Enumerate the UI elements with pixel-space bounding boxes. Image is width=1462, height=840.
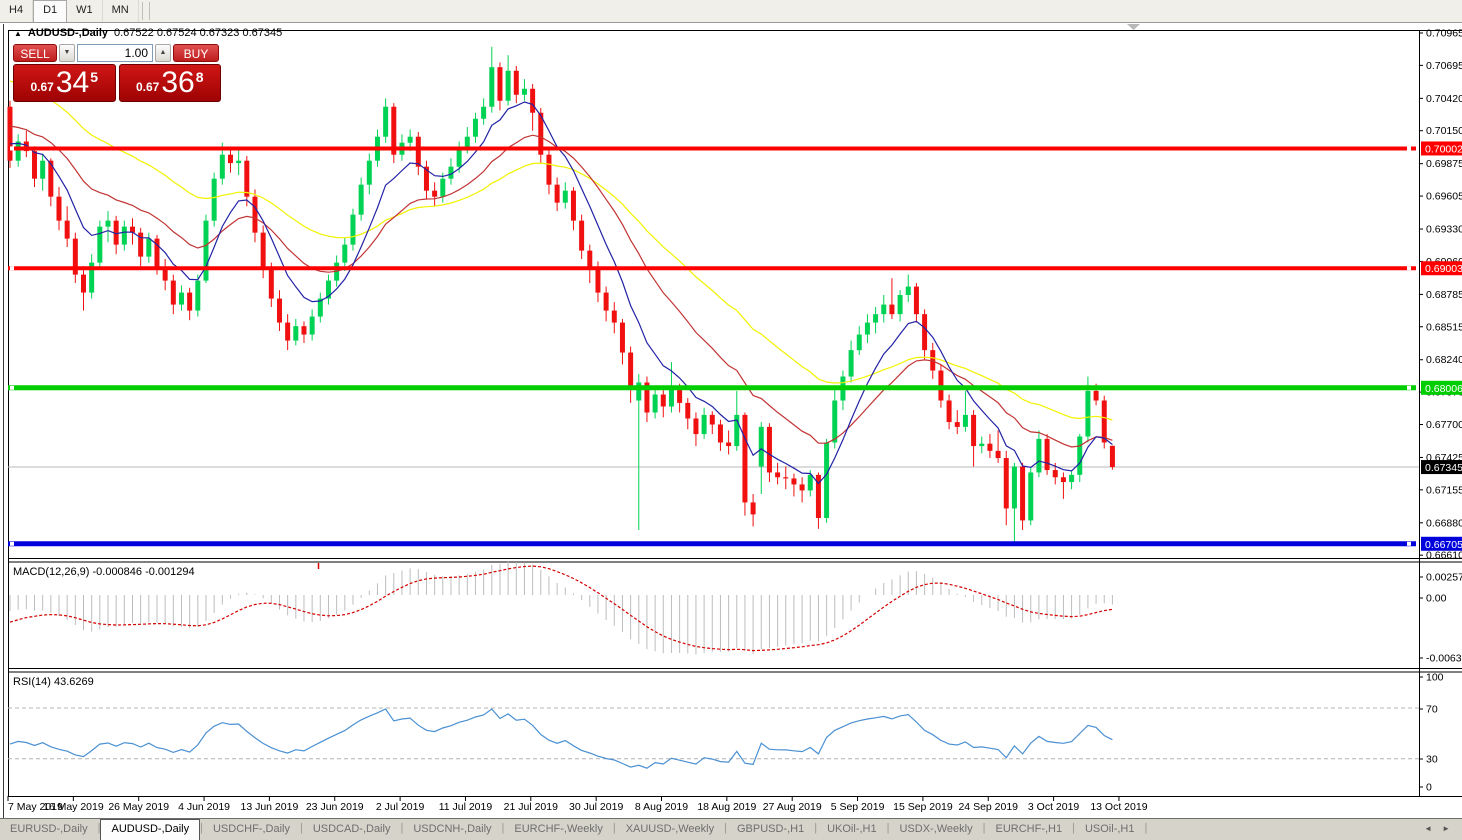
symbol-tabs-bar: EURUSD-,Daily | AUDUSD-,Daily | USDCHF-,Dail… [0,818,1462,840]
price-badge: 0.66705 [1425,539,1462,551]
price-axis-label: 0.69605 [1426,191,1462,203]
price-badge: 0.69003 [1425,263,1462,275]
tab-ukoil-h1[interactable]: UKOil-,H1 [817,819,887,840]
tab-usdchf-daily[interactable]: USDCHF-,Daily [203,819,300,840]
buy-price-display[interactable]: 0.67 36 8 [118,64,221,102]
timeframe-toolbar: H4 D1 W1 MN [0,0,1462,23]
date-label: 2 Jul 2019 [376,801,425,813]
tab-usdcad-daily[interactable]: USDCAD-,Daily [303,819,401,840]
macd-values: -0.000846 -0.001294 [92,566,195,578]
tab-separator: | [1144,822,1148,834]
tabs-scroll-controls: ◄ ► [1424,819,1462,840]
price-axis-label: 0.70420 [1426,93,1462,105]
price-axis-label: 0.67155 [1426,484,1462,496]
rsi-axis-label: 30 [1426,754,1438,766]
toolbar-separator [141,2,143,20]
one-click-trading-panel: SELL ▼ ▲ BUY 0.67 34 5 0.67 36 8 [13,44,221,102]
timeframe-button-w1[interactable]: W1 [67,0,103,22]
date-label: 23 Jun 2019 [306,801,364,813]
date-label: 5 Sep 2019 [831,801,885,813]
date-label: 15 Sep 2019 [893,801,953,813]
price-axis-label: 0.70150 [1426,125,1462,137]
tab-xauusd-weekly[interactable]: XAUUSD-,Weekly [616,819,724,840]
toolbar-separator [148,2,150,20]
macd-axis-label: 0.00 [1426,593,1447,605]
price-axis-label: 0.70965 [1426,27,1462,39]
date-label: 16 May 2019 [43,801,104,813]
sell-price-big: 34 [55,66,90,99]
buy-price-pip: 8 [195,69,204,85]
rsi-axis-label: 0 [1426,782,1432,794]
tab-usoil-h1[interactable]: USOil-,H1 [1075,819,1145,840]
date-label: 21 Jul 2019 [504,801,558,813]
price-axis-label: 0.66880 [1426,517,1462,529]
price-axis-label: 0.66610 [1426,550,1462,562]
tabs-scroll-right-button[interactable]: ► [1442,824,1450,840]
volume-decrease-button[interactable]: ▼ [59,44,75,62]
price-axis-label: 0.70695 [1426,60,1462,72]
date-label: 4 Jun 2019 [178,801,230,813]
buy-price-prefix: 0.67 [135,80,160,94]
chart-canvas[interactable]: 0.70965 0.70695 0.70420 0.70150 0.69875 0.696… [0,0,1462,840]
tab-eurchf-weekly[interactable]: EURCHF-,Weekly [504,819,612,840]
tab-gbpusd-h1[interactable]: GBPUSD-,H1 [727,819,814,840]
price-axis-label: 0.67700 [1426,419,1462,431]
date-label: 26 May 2019 [108,801,169,813]
date-label: 24 Sep 2019 [958,801,1018,813]
sell-button[interactable]: SELL [13,44,57,62]
price-badge: 0.70002 [1425,143,1462,155]
rsi-value: 43.6269 [53,676,94,688]
sell-price-pip: 5 [90,69,99,85]
chart-title: ▲ AUDUSD-,Daily 0.67522 0.67524 0.67323 … [14,27,282,39]
tab-eurusd-daily[interactable]: EURUSD-,Daily [0,819,98,840]
rsi-indicator-label: RSI(14) 43.6269 [13,676,94,688]
price-axis-label: 0.68785 [1426,289,1462,301]
buy-button[interactable]: BUY [173,44,219,62]
price-badge: 0.67345 [1425,462,1462,474]
date-label: 3 Oct 2019 [1028,801,1080,813]
timeframe-button-h4[interactable]: H4 [0,0,34,22]
tab-eurchf-h1[interactable]: EURCHF-,H1 [985,819,1072,840]
macd-indicator-label: MACD(12,26,9) -0.000846 -0.001294 [13,566,195,578]
macd-axis-label: 0.002574 [1426,572,1462,584]
price-axis-label: 0.68240 [1426,354,1462,366]
buy-price-big: 36 [161,66,195,99]
price-axis-label: 0.69875 [1426,158,1462,170]
date-label: 13 Oct 2019 [1090,801,1147,813]
timeframe-button-mn[interactable]: MN [103,0,139,22]
date-label: 11 Jul 2019 [439,801,493,813]
macd-axis-label: -0.006326 [1426,653,1462,665]
tab-usdx-weekly[interactable]: USDX-,Weekly [889,819,982,840]
ohlc-values: 0.67522 0.67524 0.67323 0.67345 [114,27,283,39]
chart-collapse-icon[interactable]: ▲ [14,29,22,38]
price-axis-label: 0.68515 [1426,321,1462,333]
date-label: 27 Aug 2019 [763,801,822,813]
date-label: 30 Jul 2019 [569,801,623,813]
rsi-axis-label: 100 [1426,672,1444,684]
volume-increase-button[interactable]: ▲ [155,44,171,62]
trading-terminal-screen: H4 D1 W1 MN 0.70965 0.70695 0.70420 0.70150 0.6… [0,0,1462,840]
volume-input[interactable] [77,44,153,62]
price-axis-label: 0.69330 [1426,224,1462,236]
symbol-title: AUDUSD-,Daily [27,27,108,39]
rsi-axis-label: 70 [1426,704,1438,716]
tab-usdcnh-daily[interactable]: USDCNH-,Daily [403,819,501,840]
date-label: 8 Aug 2019 [635,801,688,813]
timeframe-button-d1[interactable]: D1 [33,0,68,22]
tabs-scroll-left-button[interactable]: ◄ [1424,824,1432,840]
sell-price-prefix: 0.67 [30,80,54,94]
tab-audusd-daily[interactable]: AUDUSD-,Daily [100,819,201,840]
price-badge: 0.68006 [1425,383,1462,395]
date-label: 18 Aug 2019 [697,801,756,813]
date-label: 13 Jun 2019 [240,801,298,813]
sell-price-display[interactable]: 0.67 34 5 [13,64,116,102]
